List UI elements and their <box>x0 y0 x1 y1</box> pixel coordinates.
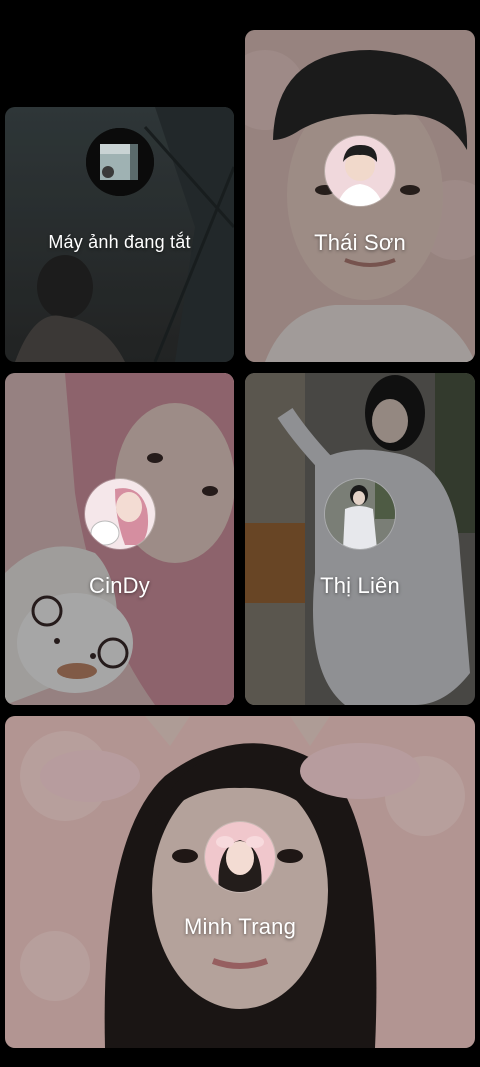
self-camera-off-label: Máy ảnh đang tắt <box>48 232 191 252</box>
participant-tile-thai-son[interactable]: Thái Sơn <box>245 30 475 362</box>
video-call-grid: Máy ảnh đang tắt Thái Sơn CinDy Thị Liên… <box>0 0 480 1067</box>
thai-son-avatar <box>325 136 395 206</box>
cindy-avatar <box>84 479 155 549</box>
self-camera-off-thumbnail <box>85 128 154 196</box>
minh-trang-name-label: Minh Trang <box>183 914 297 939</box>
minh-trang-avatar <box>205 822 275 892</box>
participant-tile-thi-lien[interactable]: Thị Liên <box>245 373 475 705</box>
thi-lien-name-label: Thị Liên <box>320 573 400 598</box>
participant-tile-cindy[interactable]: CinDy <box>5 373 234 705</box>
cindy-name-label: CinDy <box>89 573 150 598</box>
thai-son-name-label: Thái Sơn <box>314 230 406 255</box>
thi-lien-avatar <box>325 479 395 549</box>
participant-tile-self[interactable]: Máy ảnh đang tắt <box>5 107 234 362</box>
self-thumbnail-image <box>85 128 154 196</box>
participant-tile-minh-trang[interactable]: Minh Trang <box>5 716 475 1048</box>
